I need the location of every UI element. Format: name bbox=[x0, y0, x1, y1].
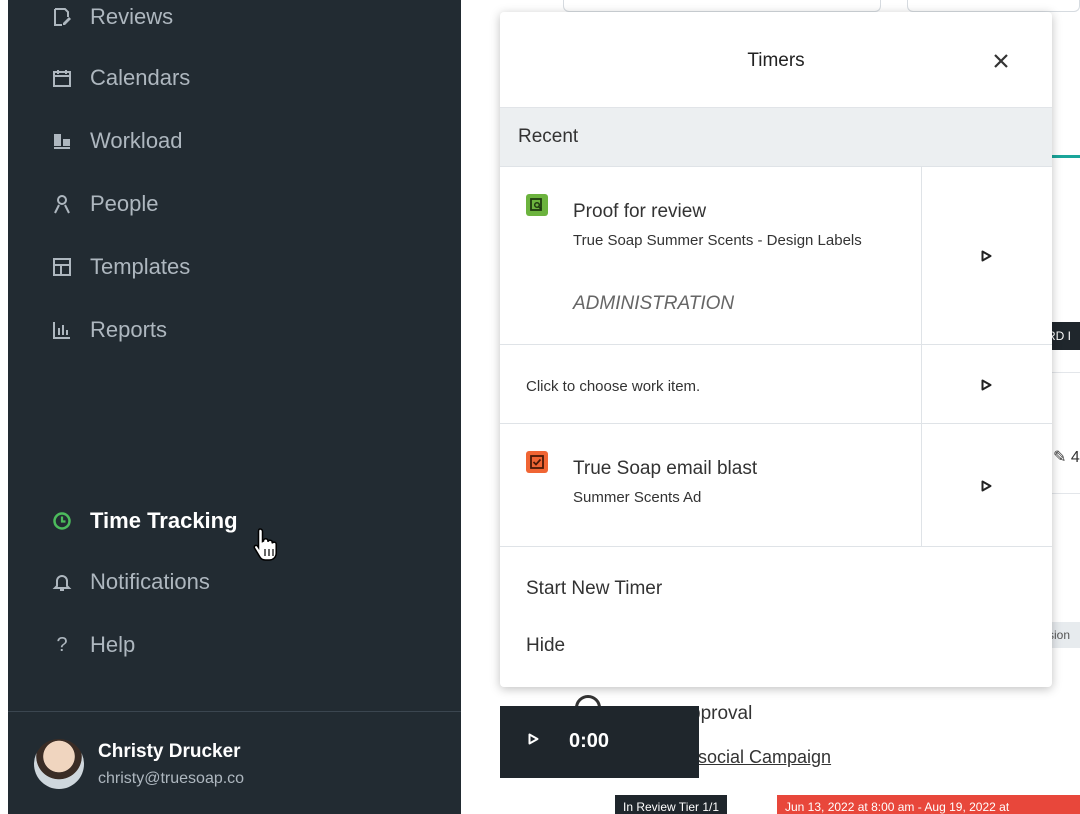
sidebar-item-time-tracking[interactable]: Time Tracking bbox=[8, 501, 461, 541]
close-icon bbox=[994, 54, 1008, 68]
play-icon bbox=[981, 480, 992, 492]
popup-header: Timers bbox=[500, 12, 1052, 108]
background-field-right bbox=[907, 0, 1080, 12]
sidebar-item-help[interactable]: ? Help bbox=[8, 625, 461, 665]
popup-title: Timers bbox=[747, 50, 805, 71]
timer-row: Proof for review True Soap Summer Scents… bbox=[500, 167, 1052, 345]
sidebar-item-label: Workload bbox=[90, 128, 183, 153]
date-range-badge: Jun 13, 2022 at 8:00 am - Aug 19, 2022 a… bbox=[777, 795, 1080, 814]
start-timer-button[interactable] bbox=[922, 424, 1052, 546]
background-edit-count: ✎ 4 bbox=[1053, 449, 1080, 466]
play-icon bbox=[981, 379, 992, 391]
hide-button[interactable]: Hide bbox=[526, 635, 565, 657]
sidebar-item-notifications[interactable]: Notifications bbox=[8, 562, 461, 602]
mini-timer[interactable]: 0:00 bbox=[500, 706, 699, 778]
close-button[interactable] bbox=[986, 46, 1016, 76]
sidebar-item-templates[interactable]: Templates bbox=[8, 247, 461, 287]
sidebar-item-label: Calendars bbox=[90, 65, 191, 90]
timers-popup: Timers Recent Proof for review True Soap… bbox=[500, 12, 1052, 687]
sidebar-item-label: Help bbox=[90, 632, 136, 657]
sidebar-item-reports[interactable]: Reports bbox=[8, 310, 461, 350]
reports-icon bbox=[50, 318, 74, 342]
background-divider bbox=[1052, 493, 1080, 494]
sidebar-item-label: Reviews bbox=[90, 4, 174, 29]
avatar bbox=[34, 739, 84, 789]
workload-icon bbox=[50, 129, 74, 153]
clock-icon bbox=[50, 509, 74, 533]
timer-row-item[interactable]: Proof for review True Soap Summer Scents… bbox=[500, 167, 922, 344]
timer-item-subtitle: Summer Scents Ad bbox=[573, 489, 702, 506]
timer-value: 0:00 bbox=[569, 730, 610, 752]
background-field-left bbox=[563, 0, 881, 12]
person-icon bbox=[50, 192, 74, 216]
timer-item-category: ADMINISTRATION bbox=[573, 293, 735, 314]
timer-row: True Soap email blast Summer Scents Ad bbox=[500, 424, 1052, 547]
sidebar-item-label: People bbox=[90, 191, 159, 216]
choose-work-item-text: Click to choose work item. bbox=[526, 378, 701, 395]
timer-item-title: Proof for review bbox=[573, 201, 707, 222]
sidebar-item-label: Time Tracking bbox=[90, 508, 238, 533]
reviews-icon bbox=[50, 5, 74, 29]
sidebar-item-workload[interactable]: Workload bbox=[8, 121, 461, 161]
recent-label: Recent bbox=[518, 126, 579, 147]
start-timer-button[interactable] bbox=[922, 167, 1052, 344]
timer-row: Click to choose work item. bbox=[500, 345, 1052, 424]
start-timer-button[interactable] bbox=[922, 345, 1052, 423]
sidebar-item-label: Notifications bbox=[90, 569, 210, 594]
status-badge: In Review Tier 1/1 bbox=[615, 795, 728, 814]
calendar-icon bbox=[50, 66, 74, 90]
play-icon bbox=[528, 733, 539, 745]
play-icon bbox=[981, 250, 992, 262]
timer-item-subtitle: True Soap Summer Scents - Design Labels bbox=[573, 232, 862, 249]
templates-icon bbox=[50, 255, 74, 279]
start-new-timer-button[interactable]: Start New Timer bbox=[526, 578, 662, 600]
help-icon: ? bbox=[56, 633, 68, 656]
sidebar-item-reviews[interactable]: Reviews bbox=[8, 0, 461, 37]
bell-icon bbox=[50, 570, 74, 594]
hand-cursor-icon bbox=[253, 528, 277, 561]
sidebar-divider bbox=[8, 711, 461, 712]
recent-section-header: Recent bbox=[500, 108, 1052, 167]
sidebar-item-label: Templates bbox=[90, 254, 191, 279]
sidebar-item-people[interactable]: People bbox=[8, 184, 461, 224]
sidebar: Reviews Calendars Workload People Templa… bbox=[8, 0, 461, 814]
user-name: Christy Drucker bbox=[98, 741, 241, 762]
timer-row-item[interactable]: True Soap email blast Summer Scents Ad bbox=[500, 424, 922, 546]
timer-item-title: True Soap email blast bbox=[573, 458, 758, 479]
choose-work-item[interactable]: Click to choose work item. bbox=[500, 345, 922, 423]
approval-text: pproval bbox=[690, 703, 753, 724]
campaign-link[interactable]: social Campaign bbox=[698, 747, 831, 768]
active-tab-underline bbox=[1052, 155, 1080, 158]
task-icon bbox=[526, 451, 548, 473]
proof-icon bbox=[526, 194, 548, 216]
sidebar-item-label: Reports bbox=[90, 317, 168, 342]
background-divider bbox=[1052, 372, 1080, 373]
user-email: christy@truesoap.co bbox=[98, 770, 245, 787]
sidebar-item-calendars[interactable]: Calendars bbox=[8, 58, 461, 98]
